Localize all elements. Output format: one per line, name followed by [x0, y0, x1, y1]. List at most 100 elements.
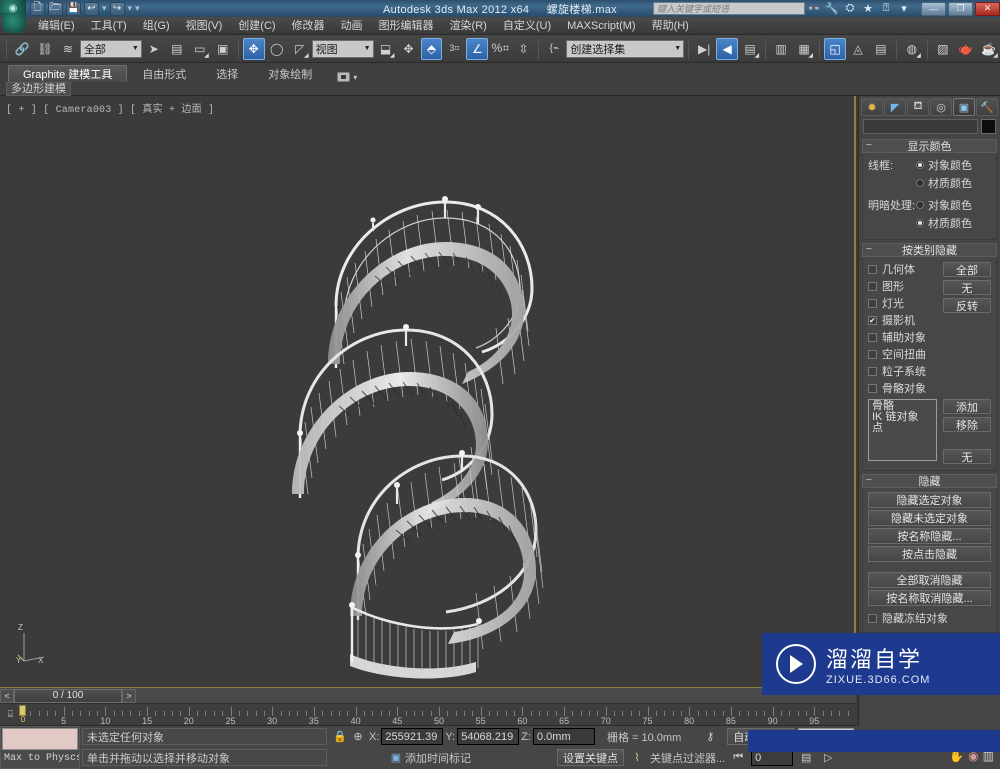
- select-all-button[interactable]: 全部: [943, 262, 991, 277]
- render-setup-icon[interactable]: ◍ ◢: [901, 38, 923, 60]
- menu-item-views[interactable]: 视图(V): [178, 17, 231, 35]
- select-object-icon[interactable]: ➤: [143, 38, 165, 60]
- sub-tab-polygon-modeling[interactable]: 多边形建模: [6, 81, 71, 96]
- layer-explorer-icon[interactable]: ▦ ◢: [793, 38, 815, 60]
- select-and-manipulate-icon[interactable]: ✥: [398, 38, 420, 60]
- hide-frozen-objects-checkbox[interactable]: 隐藏冻结对象: [868, 610, 991, 626]
- menu-item-modifiers[interactable]: 修改器: [284, 17, 333, 35]
- save-file-icon[interactable]: 💾: [66, 1, 81, 16]
- object-name-field[interactable]: [863, 119, 978, 134]
- frame-ruler[interactable]: 5 10 15 20 25 30 35 40 45 50 55 60 65 70 75 80 85 90 95 0: [19, 704, 856, 725]
- bone-object-list[interactable]: 骨骼 IK 链对象 点: [868, 399, 937, 461]
- new-file-icon[interactable]: 🗋: [30, 1, 45, 16]
- add-time-tag-label[interactable]: 添加时间标记: [405, 750, 471, 766]
- window-crossing-toggle-icon[interactable]: ▣: [212, 38, 234, 60]
- category-particle-systems[interactable]: 粒子系统: [868, 363, 937, 379]
- wrench-icon[interactable]: 🔧: [823, 1, 841, 16]
- rendered-frame-window-icon[interactable]: ▨: [932, 38, 954, 60]
- category-cameras[interactable]: ✔ 摄影机: [868, 312, 937, 328]
- rectangular-selection-region-icon[interactable]: ▭ ◢: [189, 38, 211, 60]
- maxscript-mini-listener[interactable]: Max to Physcs (: [0, 726, 80, 769]
- open-file-icon[interactable]: 🗁: [48, 1, 63, 16]
- wireframe-material-color-radio[interactable]: 材质颜色: [916, 175, 972, 191]
- snaps-toggle-3d-icon[interactable]: ⬘: [420, 37, 443, 60]
- select-and-scale-icon[interactable]: ◸ ◢: [289, 38, 311, 60]
- unlink-selection-icon[interactable]: ⛓: [34, 38, 56, 60]
- selection-filter-dropdown[interactable]: 全部 ▼: [79, 39, 142, 58]
- none-button[interactable]: 无: [943, 449, 991, 464]
- go-to-start-icon[interactable]: ⏮: [729, 749, 747, 766]
- menu-item-group[interactable]: 组(G): [135, 17, 178, 35]
- shaded-object-color-radio[interactable]: 对象颜色: [916, 197, 972, 213]
- motion-tab[interactable]: ◎: [930, 98, 952, 116]
- material-editor-icon[interactable]: ▤: [870, 38, 892, 60]
- redo-dropdown-icon[interactable]: ▾: [128, 3, 133, 14]
- absolute-relative-transform-icon[interactable]: ⊕: [349, 728, 367, 745]
- select-and-move-icon[interactable]: ✥: [242, 37, 265, 60]
- rollout-hide-header[interactable]: − 隐藏: [862, 474, 997, 488]
- redo-icon[interactable]: ↪: [109, 1, 125, 16]
- schematic-view-icon[interactable]: ◬: [847, 38, 869, 60]
- category-space-warps[interactable]: 空间扭曲: [868, 346, 937, 362]
- mini-listener-output-field[interactable]: [2, 728, 78, 750]
- help-icon[interactable]: ⍰: [877, 1, 895, 16]
- search-input[interactable]: 键入关键字或短语: [653, 2, 805, 15]
- coord-z-input[interactable]: 0.0mm: [532, 728, 595, 745]
- tab-selection[interactable]: 选择: [201, 65, 253, 82]
- coord-y-input[interactable]: 54068.219: [457, 728, 520, 745]
- application-menu-icon[interactable]: [2, 13, 26, 33]
- menu-item-help[interactable]: 帮助(H): [644, 17, 697, 35]
- set-key-mode-icon[interactable]: ⌸: [3, 707, 18, 722]
- key-filters-label[interactable]: 关键点过滤器...: [650, 750, 725, 766]
- time-slider-thumb[interactable]: 0 / 100: [14, 688, 122, 703]
- unhide-all-button[interactable]: 全部取消隐藏: [868, 572, 991, 588]
- undo-dropdown-icon[interactable]: ▾: [102, 3, 107, 14]
- help-dropdown-icon[interactable]: ▾: [895, 1, 913, 16]
- menu-item-rendering[interactable]: 渲染(R): [442, 17, 495, 35]
- edit-named-selection-sets-icon[interactable]: {⌁: [543, 38, 565, 60]
- bind-to-space-warp-icon[interactable]: ≋: [57, 38, 79, 60]
- utilities-tab[interactable]: 🔨: [976, 98, 998, 116]
- favorites-star-icon[interactable]: ★: [859, 1, 877, 16]
- menu-item-customize[interactable]: 自定义(U): [495, 17, 559, 35]
- shaded-material-color-radio[interactable]: 材质颜色: [916, 215, 972, 231]
- rollout-display-color-header[interactable]: − 显示颜色: [862, 139, 997, 153]
- reference-coordinate-system-dropdown[interactable]: 视图 ▼: [311, 39, 374, 58]
- set-key-button[interactable]: 设置关键点: [557, 749, 624, 766]
- align-icon[interactable]: ◀: [716, 37, 739, 60]
- use-pivot-center-icon[interactable]: ⬓ ◢: [375, 38, 397, 60]
- prev-frame-button[interactable]: <: [0, 688, 14, 703]
- subscription-icon[interactable]: ⛭: [841, 1, 859, 16]
- menu-item-maxscript[interactable]: MAXScript(M): [559, 17, 643, 35]
- named-selection-set-dropdown[interactable]: 创建选择集 ▼: [566, 39, 685, 58]
- curve-editor-icon[interactable]: ◱: [824, 37, 846, 60]
- object-color-swatch[interactable]: [981, 119, 996, 134]
- create-tab[interactable]: ✹: [861, 98, 883, 116]
- remove-button[interactable]: 移除: [943, 417, 991, 432]
- hierarchy-tab[interactable]: ⛾: [907, 98, 929, 116]
- activeshade-icon[interactable]: ☕ ◢: [978, 38, 1000, 60]
- viewport-camera003[interactable]: [ + ] [ Camera003 ] [ 真实 + 边面 ] Z X Y: [0, 96, 856, 688]
- hide-unselected-button[interactable]: 隐藏未选定对象: [868, 510, 991, 526]
- render-production-icon[interactable]: 🫖: [955, 38, 977, 60]
- unhide-by-name-button[interactable]: 按名称取消隐藏...: [868, 590, 991, 606]
- wireframe-object-color-radio[interactable]: 对象颜色: [916, 157, 972, 173]
- tab-graphite-modeling-tools[interactable]: Graphite 建模工具: [8, 65, 128, 82]
- category-geometry[interactable]: 几何体: [868, 261, 937, 277]
- mirror-icon[interactable]: ▶|: [693, 38, 715, 60]
- layer-manager-icon[interactable]: ▥: [770, 38, 792, 60]
- ribbon-display-toggle-icon[interactable]: ▾: [337, 72, 357, 82]
- spinner-snap-toggle-icon[interactable]: ⇳: [512, 38, 534, 60]
- menu-item-create[interactable]: 创建(C): [230, 17, 283, 35]
- key-filter-icon[interactable]: ⌇: [628, 749, 646, 766]
- hide-by-name-button[interactable]: 按名称隐藏...: [868, 528, 991, 544]
- select-invert-button[interactable]: 反转: [943, 298, 991, 313]
- snap-count-icon[interactable]: 3⌗: [443, 38, 465, 60]
- time-tag-icon[interactable]: ▣: [387, 749, 405, 766]
- key-toggle-icon[interactable]: ⚷: [701, 728, 719, 745]
- add-button[interactable]: 添加: [943, 399, 991, 414]
- close-button[interactable]: ✕: [975, 1, 1000, 16]
- binoculars-icon[interactable]: 👓: [805, 1, 823, 16]
- modify-tab[interactable]: ◤: [884, 98, 906, 116]
- maximize-button[interactable]: ❐: [948, 1, 973, 16]
